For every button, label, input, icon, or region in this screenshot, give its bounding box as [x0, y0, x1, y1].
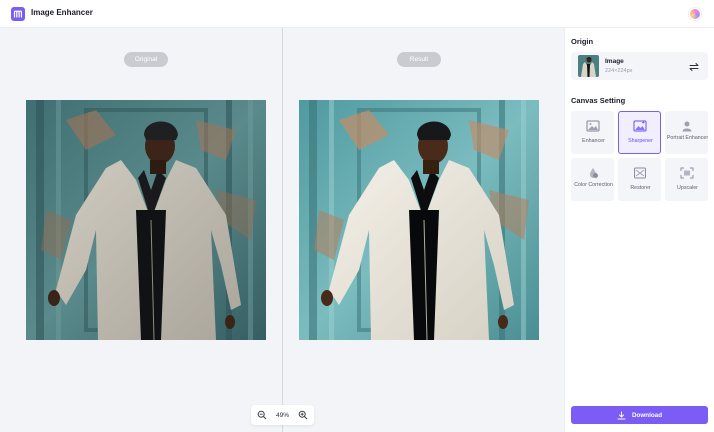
compare-divider[interactable] — [282, 28, 283, 432]
tool-color-correction[interactable]: Color Correction — [571, 158, 614, 201]
color-correction-icon — [590, 168, 598, 178]
zoom-level: 49% — [275, 411, 289, 419]
zoom-control: 49% — [251, 405, 314, 425]
download-label: Download — [631, 411, 663, 419]
tool-sharpener[interactable]: Sharpener — [618, 111, 661, 154]
tool-label: Portrait Enhancer — [666, 135, 709, 141]
origin-file-name: Image — [605, 58, 624, 65]
compare-workspace: Original Result 49% — [0, 28, 564, 432]
origin-thumbnail — [578, 55, 599, 77]
avatar[interactable] — [689, 8, 701, 20]
upscale-icon — [680, 167, 694, 179]
m-logo-icon[interactable] — [11, 7, 25, 21]
download-icon — [617, 411, 626, 419]
origin-file-card[interactable]: Image 224×224px — [571, 52, 708, 80]
app-header: Image Enhancer — [0, 0, 714, 28]
zoom-in-icon[interactable] — [297, 409, 309, 421]
tool-label: Sharpener — [628, 138, 653, 144]
origin-file-size: 224×224px — [605, 68, 633, 74]
zoom-out-icon[interactable] — [256, 409, 268, 421]
tool-enhancer[interactable]: Enhancer — [571, 111, 614, 154]
result-image — [299, 100, 539, 340]
app-title: Image Enhancer — [31, 8, 93, 17]
download-button[interactable]: Download — [571, 406, 708, 424]
tool-portrait-enhancer[interactable]: Portrait Enhancer — [665, 111, 708, 154]
settings-panel: Origin Image 224×224px Canvas Setting En… — [564, 28, 714, 432]
swap-icon[interactable] — [688, 60, 700, 72]
tool-upscaler[interactable]: Upscaler — [665, 158, 708, 201]
sharpen-icon — [633, 120, 647, 132]
tool-label: Enhancer — [582, 138, 605, 144]
origin-title: Origin — [571, 37, 594, 46]
tool-label: Restorer — [630, 185, 651, 191]
tool-label: Color Correction — [574, 182, 613, 188]
original-label: Original — [124, 52, 168, 67]
tool-label: Upscaler — [677, 185, 698, 191]
image-enhance-icon — [586, 120, 600, 132]
portrait-icon — [682, 121, 692, 132]
original-image — [26, 100, 266, 340]
canvas-setting-title: Canvas Setting — [571, 96, 626, 105]
restore-icon — [634, 167, 646, 179]
tool-restorer[interactable]: Restorer — [618, 158, 661, 201]
result-label: Result — [397, 52, 441, 67]
